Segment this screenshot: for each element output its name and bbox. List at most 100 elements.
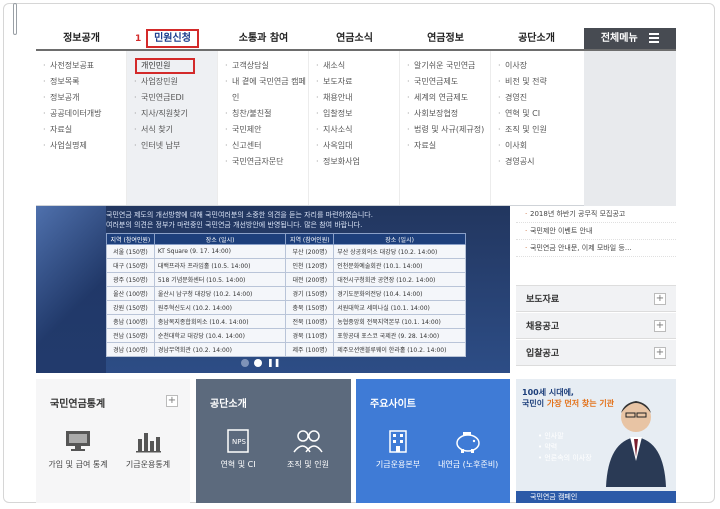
- menu-item[interactable]: 사회보장협정: [407, 106, 490, 122]
- menu-item[interactable]: 자료실: [407, 138, 490, 154]
- list-item[interactable]: 국민연금 안내문, 이제 모바일 등...: [516, 240, 676, 257]
- nav-communication[interactable]: 소통과 참여: [218, 28, 309, 49]
- tile-link-organization[interactable]: 조직 및 인원: [278, 427, 338, 470]
- tile-title: 국민연금통계: [50, 399, 106, 410]
- table-cell: 전북 (100명): [285, 314, 335, 329]
- table-cell: 강원 (150명): [106, 300, 155, 315]
- menu-item[interactable]: 사전정보공표: [43, 58, 126, 74]
- menu-item[interactable]: 경영공시: [498, 154, 582, 170]
- tile-link-my-pension[interactable]: 내연금 (노후준비): [438, 427, 498, 470]
- tile-link-fund-stats[interactable]: 기금운용통계: [118, 427, 178, 470]
- promo-link[interactable]: • 인사말: [538, 431, 592, 442]
- menu-item[interactable]: 사업장민원: [134, 74, 217, 90]
- menu-item[interactable]: 법령 및 사규(제규정): [407, 122, 490, 138]
- menu-item[interactable]: 국민연금EDI: [134, 90, 217, 106]
- menu-item[interactable]: 알기쉬운 국민연금: [407, 58, 490, 74]
- nav-info-disclosure[interactable]: 정보공개: [36, 28, 127, 49]
- campaign-strip[interactable]: 국민연금 캠페인: [516, 491, 676, 503]
- banner-text: 국민연금 제도의 개선방향에 대해 국민여러분의 소중한 의견을 듣는 자리를 …: [106, 210, 506, 230]
- menu-item[interactable]: 정보공개: [43, 90, 126, 106]
- menu-item[interactable]: 인터넷 납부: [134, 138, 217, 154]
- banner-controls: ❚❚: [241, 358, 280, 367]
- menu-item[interactable]: 신고센터: [225, 138, 308, 154]
- table-cell: 전남 (150명): [106, 328, 155, 343]
- nav-pension-news[interactable]: 연금소식: [309, 28, 400, 49]
- plus-icon[interactable]: +: [654, 292, 666, 305]
- table-row: 서울 (150명) KT Square (9. 17. 14:00) 부산 (200…: [106, 244, 466, 259]
- nav-label: 소통과 참여: [238, 33, 289, 44]
- accordion-recruitment[interactable]: 채용공고 +: [516, 313, 676, 339]
- accordion-title: 입찰공고: [526, 349, 560, 359]
- tile-statistics: 국민연금통계 + 가입 및 급여 통계 기금운용통계: [36, 379, 190, 503]
- table-cell: 농협중앙회 전북지역본부 (10.1. 14:00): [333, 314, 466, 329]
- table-cell: 경남 (100명): [106, 342, 155, 357]
- ci-card-icon: NPS: [222, 427, 254, 455]
- menu-item[interactable]: 지사/직원찾기: [134, 106, 217, 122]
- tile-link-fund-management[interactable]: 기금운용본부: [368, 427, 428, 470]
- menu-item[interactable]: 국민제안: [225, 122, 308, 138]
- people-icon: [292, 427, 324, 455]
- menu-item[interactable]: 칭찬/불친절: [225, 106, 308, 122]
- menu-item[interactable]: 세계의 연금제도: [407, 90, 490, 106]
- menu-item[interactable]: 국민연금제도: [407, 74, 490, 90]
- menu-item[interactable]: 고객상담실: [225, 58, 308, 74]
- menu-item[interactable]: 정보화사업: [316, 154, 399, 170]
- svg-text:NPS: NPS: [232, 438, 246, 446]
- table-header: 장소 (일시): [333, 233, 466, 245]
- accordion-bidding[interactable]: 입찰공고 +: [516, 340, 676, 366]
- menu-item[interactable]: 새소식: [316, 58, 399, 74]
- table-cell: 서울 (150명): [106, 244, 155, 259]
- table-cell: 제주 (100명): [285, 342, 335, 357]
- menu-item[interactable]: 이사장: [498, 58, 582, 74]
- pause-icon[interactable]: ❚❚: [267, 358, 280, 367]
- table-cell: 대전 (200명): [285, 272, 335, 287]
- tile-ceo-promo[interactable]: 100세 시대에, 국민이 가장 먼저 찾는 기관 • 인사말 • 약력 • 언…: [516, 379, 676, 503]
- accordion-press-release[interactable]: 보도자료 +: [516, 286, 676, 312]
- nav-pension-info[interactable]: 연금정보: [400, 28, 491, 49]
- plus-icon[interactable]: +: [166, 395, 178, 407]
- menu-item[interactable]: 채용안내: [316, 90, 399, 106]
- main-banner[interactable]: 국민연금 제도의 개선방향에 대해 국민여러분의 소중한 의견을 듣는 자리를 …: [36, 206, 510, 373]
- nav-label: 연금정보: [427, 33, 464, 44]
- menu-item[interactable]: 조직 및 인원: [498, 122, 582, 138]
- menu-col-info: 사전정보공표 정보목록 정보공개 공공데이터개방 자료실 사업실명제: [36, 51, 127, 205]
- table-cell: 인천문화예술회관 (10.1. 14:00): [333, 258, 466, 273]
- table-cell: 광주 (150명): [106, 272, 155, 287]
- tile-link-enrollment-stats[interactable]: 가입 및 급여 통계: [48, 427, 108, 470]
- menu-item[interactable]: 이사회: [498, 138, 582, 154]
- menu-item[interactable]: 비전 및 전략: [498, 74, 582, 90]
- plus-icon[interactable]: +: [654, 346, 666, 359]
- plus-icon[interactable]: +: [654, 319, 666, 332]
- list-item[interactable]: 2018년 하반기 공무직 모집공고: [516, 206, 676, 223]
- nav-about[interactable]: 공단소개: [491, 28, 582, 49]
- menu-item[interactable]: 사옥임대: [316, 138, 399, 154]
- table-cell: 인천 (120명): [285, 258, 335, 273]
- table-cell: 경남무역회관 (10.2. 14:00): [153, 342, 287, 357]
- table-cell: 충남 (100명): [106, 314, 155, 329]
- menu-item[interactable]: 내 곁에 국민연금 캠페인: [225, 74, 308, 106]
- menu-item[interactable]: 연혁 및 CI: [498, 106, 582, 122]
- menu-item[interactable]: 정보목록: [43, 74, 126, 90]
- menu-item[interactable]: 사업실명제: [43, 138, 126, 154]
- menu-item[interactable]: 입찰정보: [316, 106, 399, 122]
- all-menu-button[interactable]: 전체메뉴: [584, 28, 676, 49]
- banner-dot-active[interactable]: [254, 358, 262, 367]
- promo-link[interactable]: • 약력: [538, 442, 592, 453]
- menu-item[interactable]: 공공데이터개방: [43, 106, 126, 122]
- menu-item[interactable]: 국민연금자문단: [225, 154, 308, 170]
- table-cell: KT Square (9. 17. 14:00): [153, 244, 287, 259]
- table-cell: 부산 (200명): [285, 244, 335, 259]
- menu-item[interactable]: 서식 찾기: [134, 122, 217, 138]
- menu-item[interactable]: 자료실: [43, 122, 126, 138]
- banner-schedule-table: 지역 (참여인원) 장소 (일시) 지역 (참여인원) 장소 (일시) 서울 (…: [106, 233, 466, 357]
- table-cell: 울산시 남구청 대강당 (10.2. 14:00): [153, 286, 287, 301]
- banner-dot[interactable]: [241, 358, 249, 367]
- banner-line: 여러분의 의견은 정부가 마련중인 국민연금 개선방안에 반영됩니다. 많은 참…: [106, 221, 363, 229]
- promo-link[interactable]: • 언론속의 이사장: [538, 453, 592, 464]
- list-item[interactable]: 국민제안 이벤트 안내: [516, 223, 676, 240]
- tile-link-history-ci[interactable]: NPS 연혁 및 CI: [208, 427, 268, 470]
- menu-item[interactable]: 지사소식: [316, 122, 399, 138]
- menu-item-personal-petition[interactable]: 개인민원: [135, 58, 195, 74]
- menu-item[interactable]: 경영진: [498, 90, 582, 106]
- menu-item[interactable]: 보도자료: [316, 74, 399, 90]
